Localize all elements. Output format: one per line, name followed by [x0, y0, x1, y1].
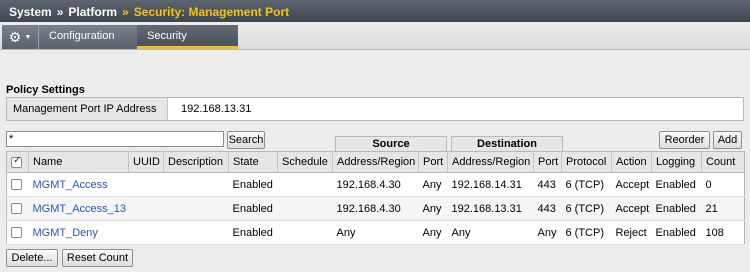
add-button[interactable]: Add: [713, 131, 742, 149]
rule-source-port: Any: [418, 220, 448, 245]
tab-configuration[interactable]: Configuration: [38, 25, 137, 49]
rule-source-port: Any: [418, 172, 448, 197]
column-header-source-address[interactable]: Address/Region: [332, 151, 419, 173]
rule-action: Reject: [611, 220, 652, 245]
rule-description: [163, 196, 229, 221]
rule-description: [163, 172, 229, 197]
rule-count: 21: [701, 196, 745, 221]
rule-destination-port: 443: [533, 172, 562, 197]
rule-schedule: [277, 172, 333, 197]
rule-destination-address: 192.168.13.31: [447, 196, 534, 221]
rule-protocol: 6 (TCP): [561, 196, 612, 221]
rule-uuid: [128, 220, 164, 245]
column-header-protocol[interactable]: Protocol: [561, 151, 612, 173]
breadcrumb-system[interactable]: System: [9, 5, 52, 19]
rule-destination-port: 443: [533, 196, 562, 221]
rule-action: Accept: [611, 196, 652, 221]
breadcrumb-separator: »: [122, 5, 129, 19]
breadcrumb: System » Platform » Security: Management Por…: [0, 0, 750, 22]
caret-down-icon: ▼: [24, 33, 32, 41]
rule-state: Enabled: [228, 196, 278, 221]
rule-destination-port: Any: [533, 220, 562, 245]
reset-count-button[interactable]: Reset Count: [62, 249, 133, 267]
column-header-action[interactable]: Action: [611, 151, 652, 173]
column-header-state[interactable]: State: [228, 151, 278, 173]
rule-destination-address: Any: [447, 220, 534, 245]
destination-group-header: Destination: [451, 136, 563, 152]
rule-logging: Enabled: [651, 220, 702, 245]
table-header-row: Name UUID Description State Schedule Add…: [6, 151, 745, 173]
column-header-uuid[interactable]: UUID: [128, 151, 164, 173]
rule-name-link[interactable]: MGMT_Access_13: [28, 196, 129, 221]
row-checkbox[interactable]: [6, 196, 29, 221]
rule-source-address: 192.168.4.30: [332, 172, 419, 197]
management-ip-label: Management Port IP Address: [7, 98, 168, 120]
breadcrumb-current: Security: Management Port: [133, 5, 290, 19]
rule-action: Accept: [611, 172, 652, 197]
source-group-header: Source: [335, 136, 447, 152]
search-input[interactable]: [6, 131, 224, 147]
column-header-destination-port[interactable]: Port: [533, 151, 562, 173]
column-header-logging[interactable]: Logging: [651, 151, 702, 173]
column-header-name[interactable]: Name: [28, 151, 129, 173]
policy-settings-panel: Management Port IP Address 192.168.13.31: [6, 97, 744, 121]
rule-destination-address: 192.168.14.31: [447, 172, 534, 197]
management-ip-value: 192.168.13.31: [181, 103, 252, 115]
rule-schedule: [277, 220, 333, 245]
row-checkbox[interactable]: [6, 172, 29, 197]
table-row: MGMT_Deny Enabled Any Any Any Any 6 (TCP…: [6, 220, 745, 245]
rule-name-link[interactable]: MGMT_Access: [28, 172, 129, 197]
column-header-source-port[interactable]: Port: [418, 151, 448, 173]
rule-source-address: 192.168.4.30: [332, 196, 419, 221]
rule-description: [163, 220, 229, 245]
breadcrumb-separator: »: [56, 5, 64, 19]
row-checkbox[interactable]: [6, 220, 29, 245]
column-header-count[interactable]: Count: [701, 151, 745, 173]
table-row: MGMT_Access_13 Enabled 192.168.4.30 Any …: [6, 196, 745, 221]
rule-protocol: 6 (TCP): [561, 220, 612, 245]
column-header-schedule[interactable]: Schedule: [277, 151, 333, 173]
table-row: MGMT_Access Enabled 192.168.4.30 Any 192…: [6, 172, 745, 197]
rule-name-link[interactable]: MGMT_Deny: [28, 220, 129, 245]
delete-button[interactable]: Delete...: [6, 249, 58, 267]
rule-logging: Enabled: [651, 172, 702, 197]
rule-uuid: [128, 196, 164, 221]
rule-logging: Enabled: [651, 196, 702, 221]
rule-uuid: [128, 172, 164, 197]
breadcrumb-platform[interactable]: Platform: [68, 5, 117, 19]
gear-menu-button[interactable]: ⚙ ▼: [2, 25, 38, 49]
rule-state: Enabled: [228, 172, 278, 197]
rule-source-port: Any: [418, 196, 448, 221]
rule-count: 108: [701, 220, 745, 245]
reorder-button[interactable]: Reorder: [659, 131, 710, 149]
rule-source-address: Any: [332, 220, 419, 245]
rule-protocol: 6 (TCP): [561, 172, 612, 197]
rule-schedule: [277, 196, 333, 221]
policy-settings-title: Policy Settings: [6, 84, 85, 96]
column-header-description[interactable]: Description: [163, 151, 229, 173]
column-header-destination-address[interactable]: Address/Region: [447, 151, 534, 173]
gear-icon: ⚙: [8, 29, 22, 45]
tab-security[interactable]: Security: [137, 25, 238, 49]
tab-bar: ⚙ ▼ Configuration Security: [0, 22, 750, 50]
rule-state: Enabled: [228, 220, 278, 245]
rules-table: Name UUID Description State Schedule Add…: [6, 151, 745, 245]
search-button[interactable]: Search: [227, 131, 265, 149]
rule-count: 0: [701, 172, 745, 197]
select-all-checkbox[interactable]: [6, 151, 29, 173]
